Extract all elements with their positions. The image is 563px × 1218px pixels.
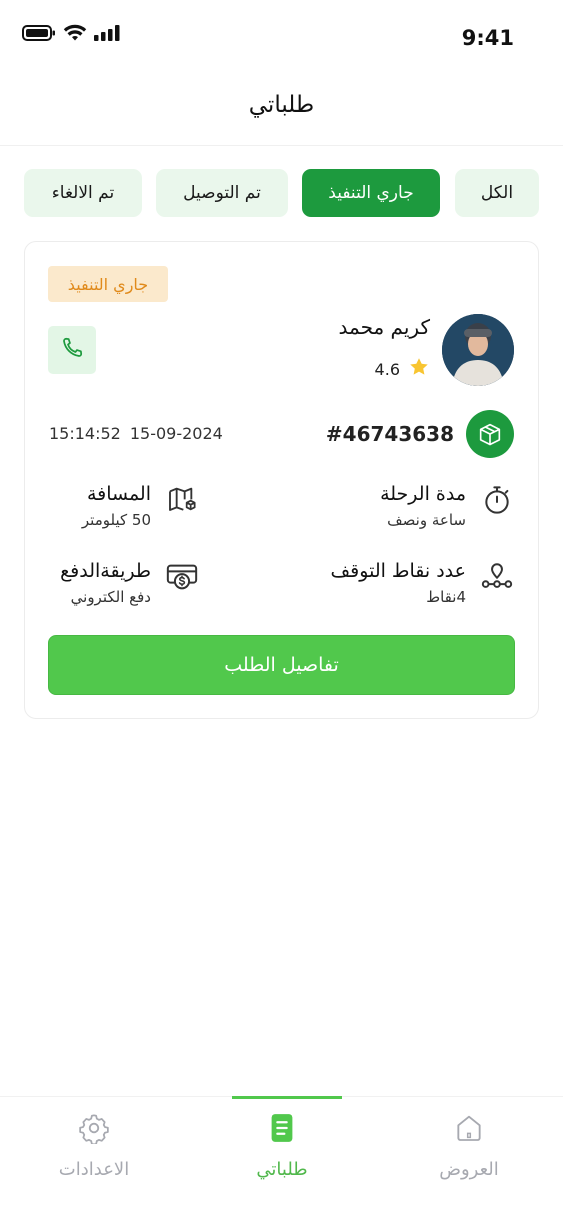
order-details-button[interactable]: تفاصيل الطلب — [48, 635, 515, 695]
stops-value: 4نقاط — [426, 588, 466, 606]
nav-settings[interactable]: الاعدادات — [0, 1097, 188, 1218]
nav-offers-label: العروض — [439, 1159, 499, 1180]
map-icon — [165, 483, 199, 517]
signal-icon — [94, 24, 120, 46]
tab-delivered[interactable]: تم التوصيل — [156, 169, 288, 217]
trip-duration: مدة الرحلة ساعة ونصف — [324, 483, 514, 535]
phone-icon — [59, 335, 85, 365]
wifi-icon — [63, 24, 87, 46]
status-icons — [22, 24, 120, 46]
bottom-nav: العروض طلباتي الاعدادات — [0, 1096, 563, 1218]
nav-settings-label: الاعدادات — [58, 1159, 130, 1180]
filter-tabs: الكل جاري التنفيذ تم التوصيل تم الالغاء — [24, 169, 539, 217]
document-icon — [265, 1111, 299, 1145]
call-button[interactable] — [48, 326, 96, 374]
nav-orders[interactable]: طلباتي — [188, 1096, 376, 1218]
nav-offers[interactable]: العروض — [375, 1097, 563, 1218]
trip-distance: المسافة 50 كيلومتر — [49, 483, 249, 535]
route-icon — [480, 560, 514, 594]
tab-cancelled[interactable]: تم الالغاء — [24, 169, 142, 217]
payment-label: طريقةالدفع — [60, 560, 151, 582]
order-number: #46743638 — [325, 422, 454, 446]
tab-all[interactable]: الكل — [455, 169, 539, 217]
active-tab-indicator — [232, 1096, 342, 1099]
home-icon — [452, 1111, 486, 1145]
order-card: جاري التنفيذ كريم محمد 4.6 #46743638 15:… — [24, 241, 539, 719]
duration-value: ساعة ونصف — [387, 511, 466, 529]
order-datetime: 15:14:52 15-09-2024 — [49, 424, 223, 443]
nav-orders-label: طلباتي — [256, 1159, 308, 1180]
order-time: 15:14:52 — [49, 424, 121, 443]
page-title: طلباتي — [248, 92, 315, 118]
tab-in-progress[interactable]: جاري التنفيذ — [302, 169, 440, 217]
status-time: 9:41 — [461, 26, 514, 50]
star-icon — [408, 356, 430, 382]
payment-value: دفع الكتروني — [70, 588, 151, 606]
stopwatch-icon — [480, 483, 514, 517]
status-bar: 9:41 — [0, 0, 563, 64]
status-badge: جاري التنفيذ — [48, 266, 168, 302]
duration-label: مدة الرحلة — [380, 483, 466, 505]
payment-method: طريقةالدفع دفع الكتروني — [49, 560, 249, 612]
rating-value: 4.6 — [374, 359, 400, 379]
header: طلباتي — [0, 64, 563, 146]
distance-label: المسافة — [86, 483, 151, 505]
battery-icon — [22, 24, 56, 46]
distance-value: 50 كيلومتر — [81, 511, 151, 529]
avatar — [442, 314, 514, 386]
money-icon — [165, 560, 199, 594]
gear-icon — [77, 1111, 111, 1145]
stops-label: عدد نقاط التوقف — [330, 560, 466, 582]
order-date: 15-09-2024 — [129, 424, 223, 443]
driver-name: كريم محمد — [338, 315, 430, 339]
package-icon — [466, 410, 514, 458]
driver-rating: 4.6 — [375, 356, 430, 382]
stop-points: عدد نقاط التوقف 4نقاط — [294, 560, 514, 612]
